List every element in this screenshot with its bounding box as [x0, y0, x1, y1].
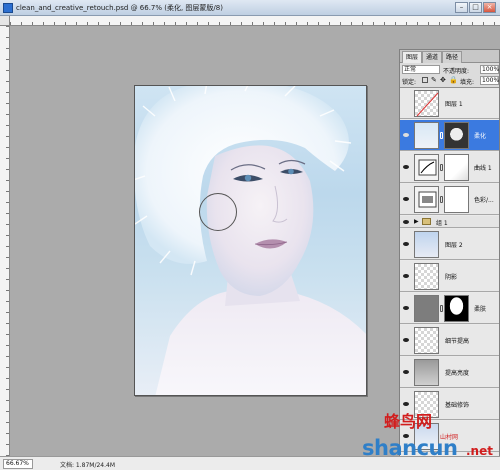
- layer-row[interactable]: 曲线 1: [400, 152, 499, 183]
- blend-mode-select[interactable]: 正常: [402, 65, 440, 74]
- layer-row[interactable]: 细节提高: [400, 325, 499, 356]
- document-title-bar[interactable]: clean_and_creative_retouch.psd @ 66.7% (…: [0, 0, 500, 16]
- layer-row[interactable]: 阴影: [400, 261, 499, 292]
- layer-name: 组 1: [436, 220, 448, 227]
- layer-name: 柔肤: [474, 306, 487, 313]
- layer-name: 柔化: [474, 133, 487, 140]
- fill-label: 填充:: [460, 79, 475, 86]
- visibility-eye-icon[interactable]: [402, 240, 411, 249]
- visibility-eye-icon[interactable]: [402, 163, 411, 172]
- layer-row[interactable]: 提高亮度: [400, 357, 499, 388]
- visibility-eye-icon[interactable]: [402, 272, 411, 281]
- visibility-eye-icon[interactable]: [402, 131, 411, 140]
- layer-group-row[interactable]: ▶ 组 1: [400, 216, 499, 228]
- layer-name: 色彩/...: [474, 197, 494, 204]
- layer-thumbnail: [414, 122, 439, 149]
- link-icon[interactable]: [440, 305, 443, 312]
- lock-pixels-icon[interactable]: ✎: [431, 76, 437, 84]
- tab-layers[interactable]: 图层: [402, 51, 423, 63]
- watermark-top-text: 蜂鸟网: [384, 412, 433, 431]
- visibility-eye-icon[interactable]: [402, 336, 411, 345]
- link-icon[interactable]: [440, 132, 443, 139]
- folder-icon: [422, 218, 431, 225]
- opacity-label: 不透明度:: [443, 68, 470, 75]
- opacity-input[interactable]: 100%: [480, 65, 499, 74]
- vertical-ruler[interactable]: [0, 26, 10, 456]
- visibility-eye-icon[interactable]: [402, 304, 411, 313]
- lock-all-icon[interactable]: 🔒: [449, 76, 458, 84]
- layer-mask-thumbnail[interactable]: [444, 186, 469, 213]
- layer-name: 曲线 1: [474, 165, 492, 172]
- layer-thumbnail: [414, 231, 439, 258]
- layer-name: 图层 1: [445, 101, 463, 108]
- layers-list[interactable]: 图层 1 柔化 曲线 1 色彩/... ▶ 组 1 图层 2 阴影 柔肤 细节提…: [400, 87, 499, 459]
- lock-row: 锁定: ✎ ✥ 🔒 填充: 100%: [400, 76, 499, 87]
- layer-thumbnail: [414, 359, 439, 386]
- layer-thumbnail: [414, 90, 439, 117]
- layer-row[interactable]: 柔肤: [400, 293, 499, 324]
- watermark-domain-text: .net: [466, 444, 493, 458]
- layer-thumbnail: [414, 263, 439, 290]
- watermark-main-text: shancun: [362, 436, 458, 460]
- expand-triangle-icon[interactable]: ▶: [414, 218, 419, 225]
- photoshop-doc-icon: [3, 3, 13, 13]
- horizontal-ruler[interactable]: [10, 16, 500, 26]
- layer-row[interactable]: 柔化: [400, 120, 499, 151]
- tab-paths[interactable]: 路径: [442, 51, 463, 63]
- document-canvas[interactable]: [134, 85, 367, 396]
- blend-row: 正常 不透明度: 100%: [400, 65, 499, 76]
- document-title: clean_and_creative_retouch.psd @ 66.7% (…: [16, 4, 223, 12]
- layer-name: 细节提高: [445, 338, 470, 345]
- visibility-eye-icon[interactable]: [402, 368, 411, 377]
- levels-adjustment-icon: [414, 186, 439, 213]
- layers-panel[interactable]: 图层 通道 路径 正常 不透明度: 100% 锁定: ✎ ✥ 🔒 填充: 100…: [399, 49, 500, 459]
- layer-name: 图层 2: [445, 242, 463, 249]
- layer-thumbnail: [414, 327, 439, 354]
- layer-name: 阴影: [445, 274, 458, 281]
- minimize-button[interactable]: –: [455, 2, 468, 13]
- lock-label: 锁定:: [402, 79, 417, 86]
- ruler-origin[interactable]: [0, 16, 10, 26]
- link-icon[interactable]: [440, 164, 443, 171]
- layer-thumbnail: [414, 295, 439, 322]
- document-size-info: 文档: 1.87M/24.4M: [60, 462, 116, 469]
- layer-row[interactable]: 色彩/...: [400, 184, 499, 215]
- curves-adjustment-icon: [414, 154, 439, 181]
- tab-channels[interactable]: 通道: [422, 51, 443, 63]
- layer-name: 提高亮度: [445, 370, 470, 377]
- lock-transparent-icon[interactable]: [422, 77, 428, 83]
- zoom-level-field[interactable]: 66.67%: [3, 459, 33, 469]
- link-icon[interactable]: [440, 196, 443, 203]
- layer-mask-thumbnail[interactable]: [444, 154, 469, 181]
- layer-row[interactable]: 图层 2: [400, 229, 499, 260]
- maximize-button[interactable]: □: [469, 2, 482, 13]
- layer-mask-thumbnail[interactable]: [444, 122, 469, 149]
- visibility-eye-icon[interactable]: [402, 195, 411, 204]
- panel-tabs: 图层 通道 路径: [400, 50, 499, 63]
- layer-mask-thumbnail[interactable]: [444, 295, 469, 322]
- portrait-photo: [135, 86, 366, 395]
- close-button[interactable]: ×: [483, 2, 496, 13]
- layer-row[interactable]: 图层 1: [400, 88, 499, 119]
- lock-position-icon[interactable]: ✥: [440, 76, 446, 84]
- fill-input[interactable]: 100%: [480, 76, 499, 85]
- brush-cursor: [199, 193, 237, 231]
- site-watermark-logo: 蜂鸟网 山村网 shancun .net: [362, 408, 500, 460]
- visibility-eye-icon[interactable]: [402, 218, 411, 227]
